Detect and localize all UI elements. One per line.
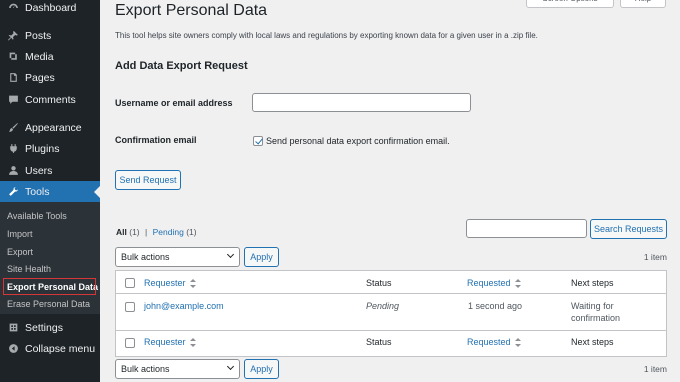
username-label: Username or email address (115, 98, 233, 108)
request-time: 1 second ago (468, 301, 523, 311)
menu-item-appearance[interactable]: Appearance (0, 117, 100, 138)
column-requested-label: Requested (467, 278, 511, 288)
intro-text: This tool helps site owners comply with … (115, 31, 538, 40)
table-row: john@example.com Pending 1 second ago Wa… (116, 294, 666, 330)
requester-email-link[interactable]: john@example.com (144, 301, 224, 311)
menu-item-media[interactable]: Media (0, 46, 100, 67)
bulk-actions-value: Bulk actions (121, 252, 170, 262)
chevron-down-icon (226, 250, 235, 259)
menu-label: Comments (25, 93, 76, 106)
main-content: Screen Options Help Export Personal Data… (100, 0, 680, 382)
filter-all[interactable]: All (116, 227, 127, 237)
menu-item-posts[interactable]: Posts (0, 25, 100, 46)
bulk-actions-select-bottom[interactable]: Bulk actions (115, 359, 240, 379)
items-count-bottom: 1 item (643, 364, 667, 374)
help-button[interactable]: Help (620, 0, 666, 8)
bulk-actions-value: Bulk actions (121, 364, 170, 374)
column-requested[interactable]: Requested (467, 278, 521, 289)
table-header-row: Requester Status Requested Next steps (116, 271, 666, 294)
items-count-top: 1 item (643, 252, 667, 262)
menu-label: Users (25, 164, 53, 177)
menu-item-comments[interactable]: Comments (0, 89, 100, 110)
apply-button-bottom[interactable]: Apply (244, 359, 279, 379)
menu-item-plugins[interactable]: Plugins (0, 138, 100, 159)
search-requests-button[interactable]: Search Requests (590, 219, 667, 239)
filter-separator: | (145, 227, 148, 237)
bulk-actions-select-top[interactable]: Bulk actions (115, 247, 240, 267)
plug-icon (5, 143, 21, 154)
column-requested-footer[interactable]: Requested (467, 337, 521, 348)
menu-label: Media (25, 50, 54, 63)
username-input[interactable] (252, 93, 471, 112)
page-title: Export Personal Data (115, 2, 268, 19)
screen-options-button[interactable]: Screen Options (526, 0, 614, 8)
confirmation-checkbox[interactable] (253, 136, 263, 146)
sort-icon (514, 338, 521, 348)
media-icon (5, 51, 21, 62)
column-status: Status (366, 278, 392, 288)
status-filters: All (1) | Pending (1) (116, 227, 197, 237)
column-next-steps: Next steps (571, 278, 614, 288)
pin-icon (5, 30, 21, 41)
select-all-checkbox[interactable] (125, 278, 135, 288)
menu-label: Tools (25, 185, 50, 198)
request-status: Pending (366, 301, 400, 311)
sort-icon (189, 338, 196, 348)
column-requested-label: Requested (467, 337, 511, 347)
select-all-checkbox-footer[interactable] (125, 338, 135, 348)
menu-item-settings[interactable]: Settings (0, 317, 100, 338)
submenu-item-import[interactable]: Import (7, 229, 33, 239)
menu-label: Plugins (25, 142, 60, 155)
column-requester-label: Requester (144, 278, 186, 288)
tools-submenu: Available Tools Import Export Site Healt… (0, 202, 100, 314)
collapse-icon (5, 343, 21, 354)
menu-item-users[interactable]: Users (0, 160, 100, 181)
menu-label: Settings (25, 321, 63, 334)
filter-all-count: (1) (129, 227, 140, 237)
menu-label: Dashboard (25, 1, 77, 14)
sort-icon (514, 279, 521, 289)
column-status-footer: Status (366, 337, 392, 347)
menu-label: Appearance (25, 121, 82, 134)
dashboard-icon (5, 2, 21, 13)
menu-label: Posts (25, 29, 52, 42)
column-requester[interactable]: Requester (144, 278, 196, 289)
submenu-item-export[interactable]: Export (7, 247, 33, 257)
user-icon (5, 165, 21, 176)
comment-icon (5, 94, 21, 105)
next-steps-line1: Waiting for (571, 301, 614, 311)
row-checkbox[interactable] (125, 302, 135, 312)
search-input[interactable] (466, 219, 587, 238)
menu-item-tools[interactable]: Tools (0, 181, 100, 202)
menu-label: Collapse menu (25, 342, 96, 355)
wrench-icon (5, 186, 21, 197)
table-footer-row: Requester Status Requested Next steps (116, 330, 666, 356)
settings-icon (5, 322, 21, 333)
apply-button-top[interactable]: Apply (244, 247, 279, 267)
confirmation-checkbox-label: Send personal data export confirmation e… (266, 136, 450, 146)
collapse-menu-button[interactable]: Collapse menu (0, 338, 100, 359)
sort-icon (189, 279, 196, 289)
highlight-annotation (3, 278, 96, 295)
column-requester-footer[interactable]: Requester (144, 337, 196, 348)
pages-icon (5, 72, 21, 83)
next-steps-line2: confirmation (571, 313, 621, 323)
confirmation-label: Confirmation email (115, 135, 197, 145)
requests-table: Requester Status Requested Next steps jo… (115, 270, 667, 357)
submenu-item-available-tools[interactable]: Available Tools (7, 211, 67, 221)
filter-pending-count: (1) (186, 227, 197, 237)
send-request-button[interactable]: Send Request (115, 170, 181, 190)
menu-item-dashboard[interactable]: Dashboard (0, 0, 100, 18)
chevron-down-icon (226, 362, 235, 371)
submenu-item-erase-personal-data[interactable]: Erase Personal Data (7, 299, 90, 309)
filter-pending[interactable]: Pending (153, 227, 184, 237)
menu-item-pages[interactable]: Pages (0, 67, 100, 88)
menu-label: Pages (25, 71, 55, 84)
brush-icon (5, 122, 21, 133)
column-requester-label: Requester (144, 337, 186, 347)
admin-sidebar: Dashboard Posts Media Pages Comments App… (0, 0, 100, 382)
submenu-item-site-health[interactable]: Site Health (7, 264, 51, 274)
column-next-steps-footer: Next steps (571, 337, 614, 347)
form-heading: Add Data Export Request (115, 60, 248, 72)
